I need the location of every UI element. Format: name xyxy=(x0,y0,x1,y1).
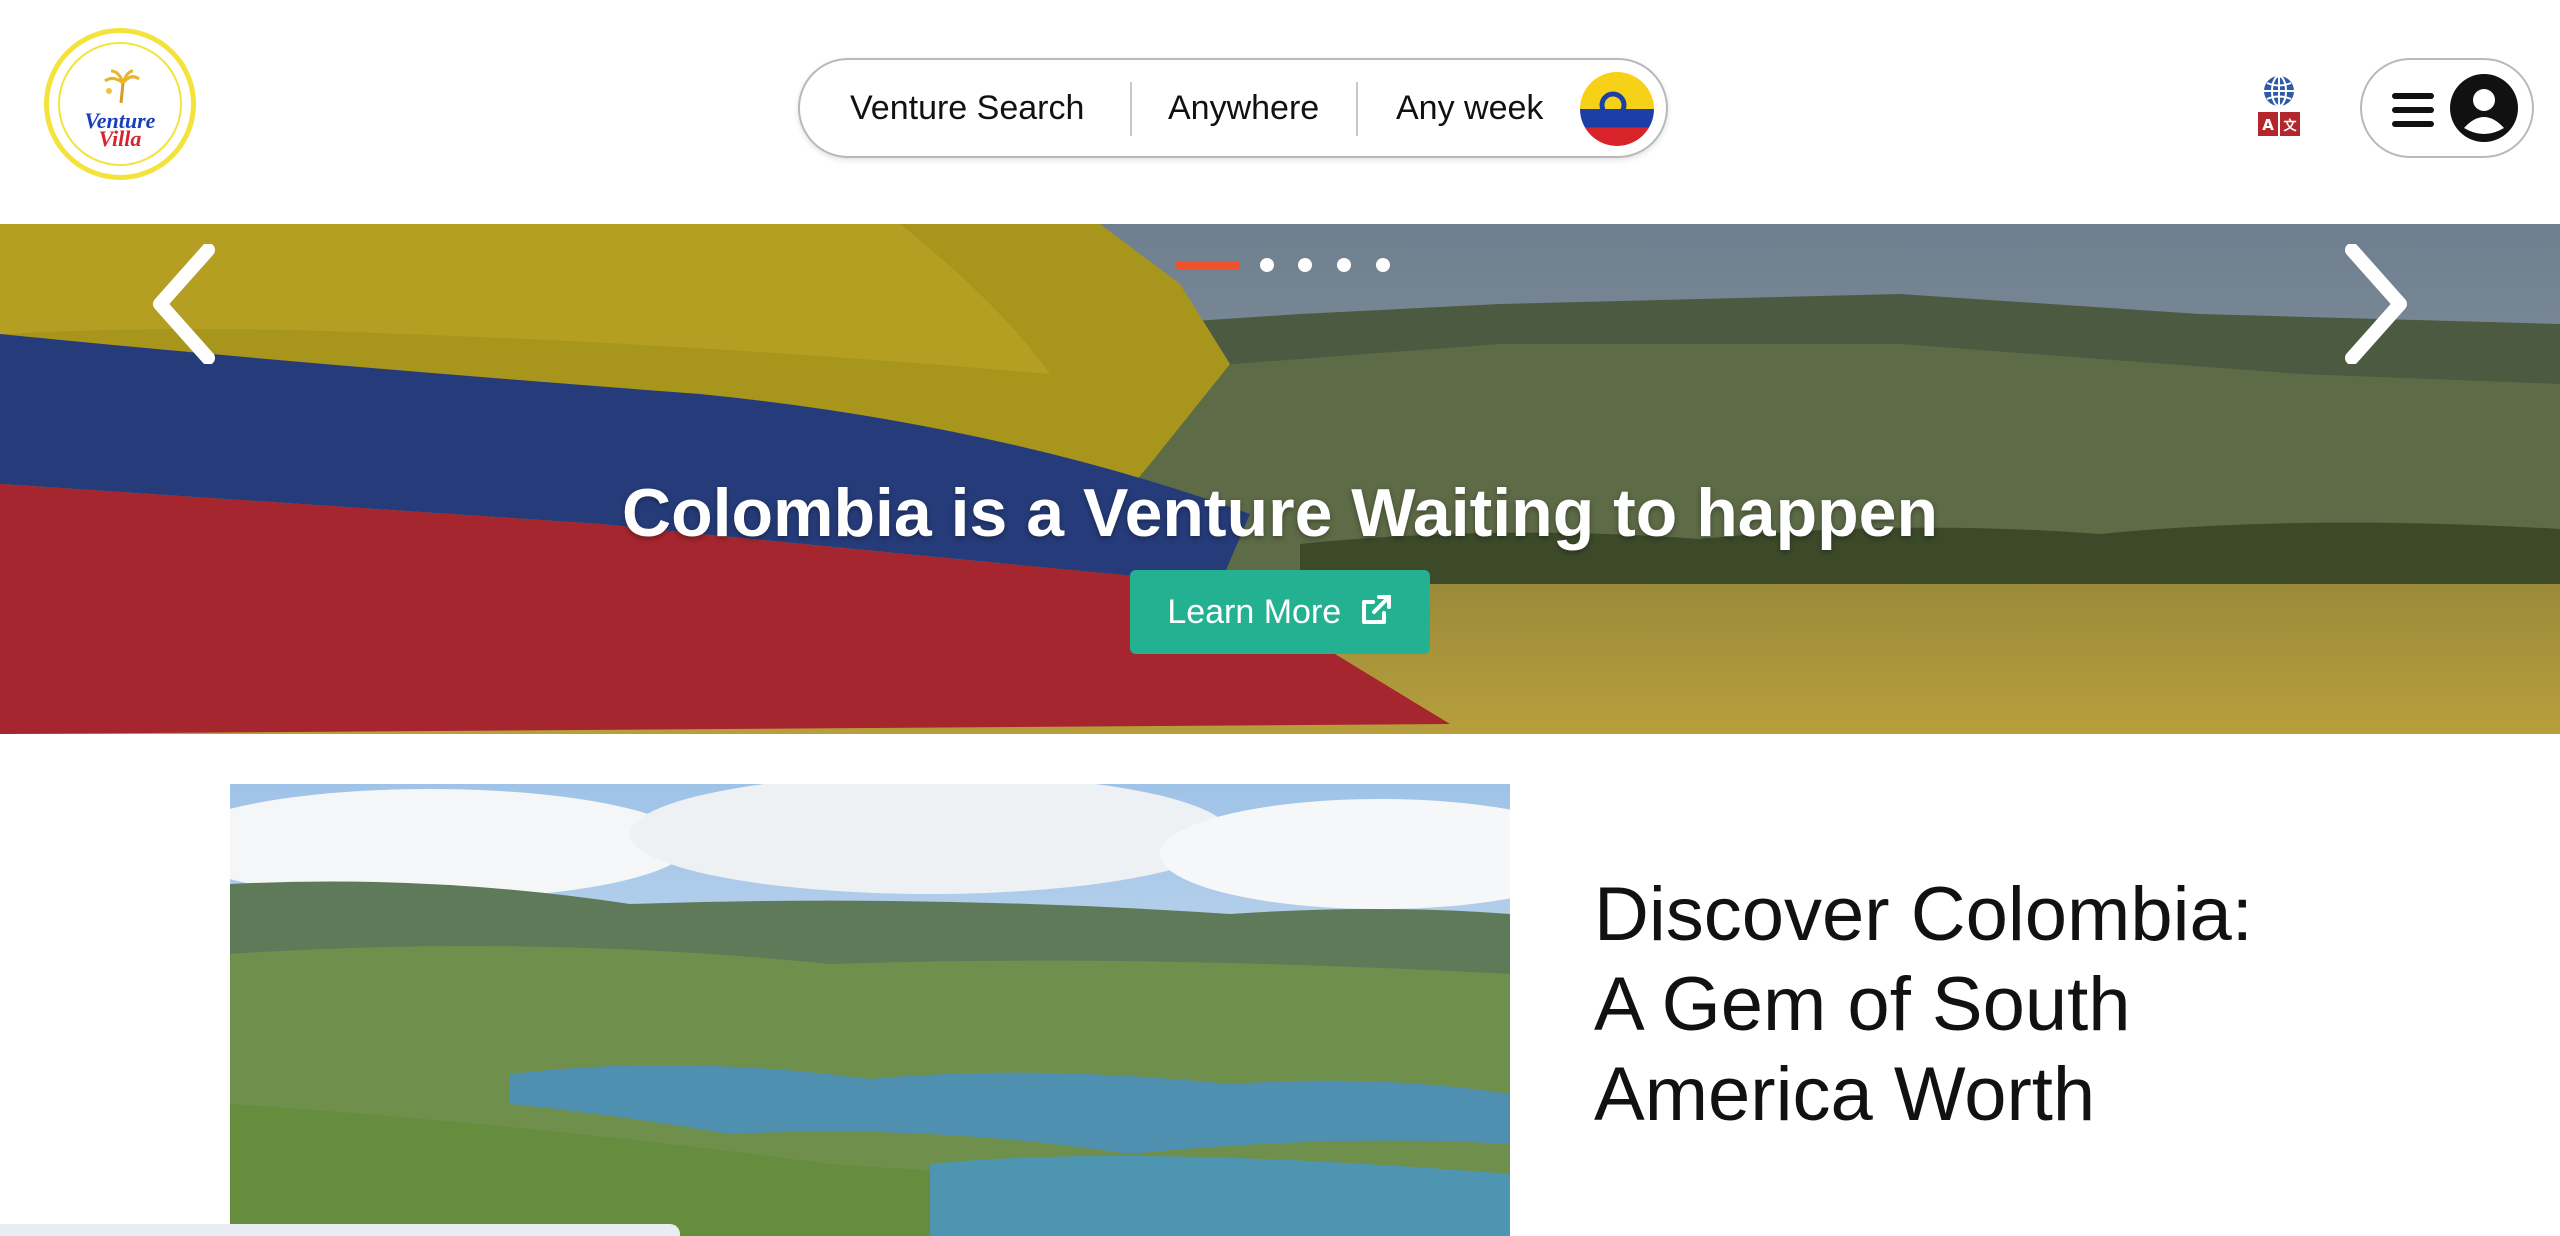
user-avatar-icon xyxy=(2450,74,2518,142)
venture-search-field[interactable]: Venture Search xyxy=(850,60,1084,156)
carousel-dot-active[interactable] xyxy=(1176,261,1240,269)
logo-text-villa: Villa xyxy=(98,126,142,151)
carousel-dot[interactable] xyxy=(1298,258,1312,272)
feature-heading: Discover Colombia: A Gem of South Americ… xyxy=(1594,872,2253,1137)
guatape-landscape-image xyxy=(230,784,1510,1236)
hamburger-icon xyxy=(2392,93,2434,127)
learn-more-label: Learn More xyxy=(1167,593,1342,631)
external-link-icon xyxy=(1361,595,1391,624)
search-icon xyxy=(1599,91,1633,125)
translate-globe-icon[interactable]: A 文 xyxy=(2256,74,2302,138)
venture-villa-logo[interactable]: Venture Villa xyxy=(44,28,196,180)
carousel-dot[interactable] xyxy=(1376,258,1390,272)
search-button[interactable] xyxy=(1580,72,1654,146)
carousel-next-button[interactable] xyxy=(2334,243,2414,365)
search-divider xyxy=(1130,82,1132,136)
chevron-left-icon xyxy=(153,243,215,365)
hero-title: Colombia is a Venture Waiting to happen xyxy=(621,475,1939,551)
user-menu-button[interactable] xyxy=(2360,58,2534,158)
date-field[interactable]: Any week xyxy=(1396,60,1543,156)
search-bar[interactable]: Venture Search Anywhere Any week xyxy=(798,58,1668,158)
location-field[interactable]: Anywhere xyxy=(1168,60,1319,156)
chevron-right-icon xyxy=(2345,243,2407,365)
palm-tree-icon xyxy=(101,69,141,108)
learn-more-button[interactable]: Learn More xyxy=(1130,570,1430,654)
site-header: Venture Villa Venture Search Anywhere An… xyxy=(0,0,2560,224)
bottom-bar xyxy=(0,1224,680,1236)
carousel-dot[interactable] xyxy=(1337,258,1351,272)
svg-text:A: A xyxy=(2262,116,2274,134)
svg-text:文: 文 xyxy=(2283,118,2297,134)
search-divider xyxy=(1356,82,1358,136)
carousel-dot[interactable] xyxy=(1260,258,1274,272)
carousel-prev-button[interactable] xyxy=(146,243,226,365)
hero-carousel: Colombia is a Venture Waiting to happen … xyxy=(0,224,2560,734)
